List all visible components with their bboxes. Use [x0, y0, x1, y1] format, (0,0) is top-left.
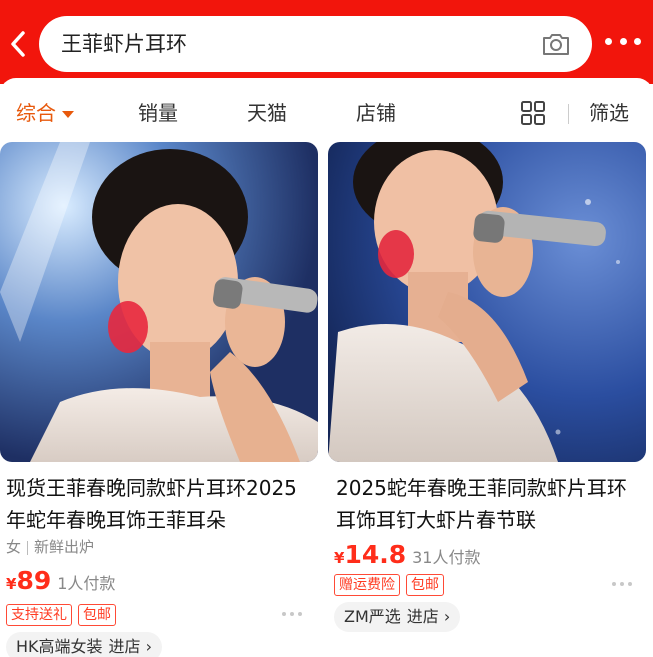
product-title[interactable]: 现货王菲春晚同款虾片耳环2025年蛇年春晚耳饰王菲耳朵	[6, 472, 314, 536]
camera-icon[interactable]	[540, 28, 572, 60]
search-box[interactable]: 王菲虾片耳环	[39, 16, 592, 72]
divider	[27, 540, 29, 555]
caret-down-icon	[62, 111, 74, 118]
store-link[interactable]: HK高端女装 进店 ›	[6, 632, 163, 657]
more-options-icon[interactable]	[605, 34, 641, 48]
store-link[interactable]: ZM严选 进店 ›	[334, 602, 461, 632]
store-name: ZM严选	[344, 607, 401, 626]
badge-gift: 支持送礼	[6, 604, 72, 626]
badge-row: 赠运费险 包邮	[334, 574, 444, 596]
price: 89	[16, 566, 52, 595]
enter-store-label: 进店 ›	[108, 637, 153, 656]
price: 14.8	[344, 540, 407, 569]
more-dots-icon[interactable]	[612, 582, 632, 586]
currency-symbol: ¥	[6, 575, 17, 593]
more-dots-icon[interactable]	[282, 612, 302, 616]
currency-symbol: ¥	[334, 549, 345, 567]
filter-tab-label: 综合	[16, 101, 56, 125]
price-row: ¥14.8 31人付款	[334, 540, 481, 569]
search-input[interactable]: 王菲虾片耳环	[61, 30, 187, 58]
product-image[interactable]	[328, 142, 646, 462]
tag-text: 新鲜出炉	[34, 538, 95, 556]
badge-row: 支持送礼 包邮	[6, 604, 116, 626]
sales-count: 1人付款	[57, 574, 116, 593]
price-row: ¥89 1人付款	[6, 566, 115, 595]
top-bar: 王菲虾片耳环	[0, 0, 653, 84]
enter-store-label: 进店 ›	[406, 607, 451, 626]
product-card[interactable]: 2025蛇年春晚王菲同款虾片耳环耳饰耳钉大虾片春节联 ¥14.8 31人付款 赠运…	[328, 142, 646, 657]
store-name: HK高端女装	[16, 637, 103, 656]
filter-tab-stores[interactable]: 店铺	[356, 100, 396, 126]
filter-button[interactable]: 筛选	[589, 100, 629, 126]
tag-text: 女	[6, 538, 22, 556]
back-arrow-icon	[11, 31, 25, 57]
product-title[interactable]: 2025蛇年春晚王菲同款虾片耳环耳饰耳钉大虾片春节联	[336, 472, 644, 536]
grid-view-icon[interactable]	[520, 100, 546, 126]
filter-tab-sales[interactable]: 销量	[138, 100, 178, 126]
filter-bar: 综合 销量 天猫 店铺 筛选	[0, 90, 653, 134]
badge-shipping-insurance: 赠运费险	[334, 574, 400, 596]
sales-count: 31人付款	[412, 548, 481, 567]
product-image[interactable]	[0, 142, 318, 462]
back-button[interactable]	[4, 22, 32, 66]
product-card[interactable]: 现货王菲春晚同款虾片耳环2025年蛇年春晚耳饰王菲耳朵 女新鲜出炉 ¥89 1人付…	[0, 142, 318, 657]
badge-free-shipping: 包邮	[406, 574, 444, 596]
divider	[568, 104, 569, 124]
filter-tab-tmall[interactable]: 天猫	[247, 100, 287, 126]
badge-free-shipping: 包邮	[78, 604, 116, 626]
product-tags: 女新鲜出炉	[6, 536, 94, 557]
filter-tab-comprehensive[interactable]: 综合	[16, 100, 74, 126]
